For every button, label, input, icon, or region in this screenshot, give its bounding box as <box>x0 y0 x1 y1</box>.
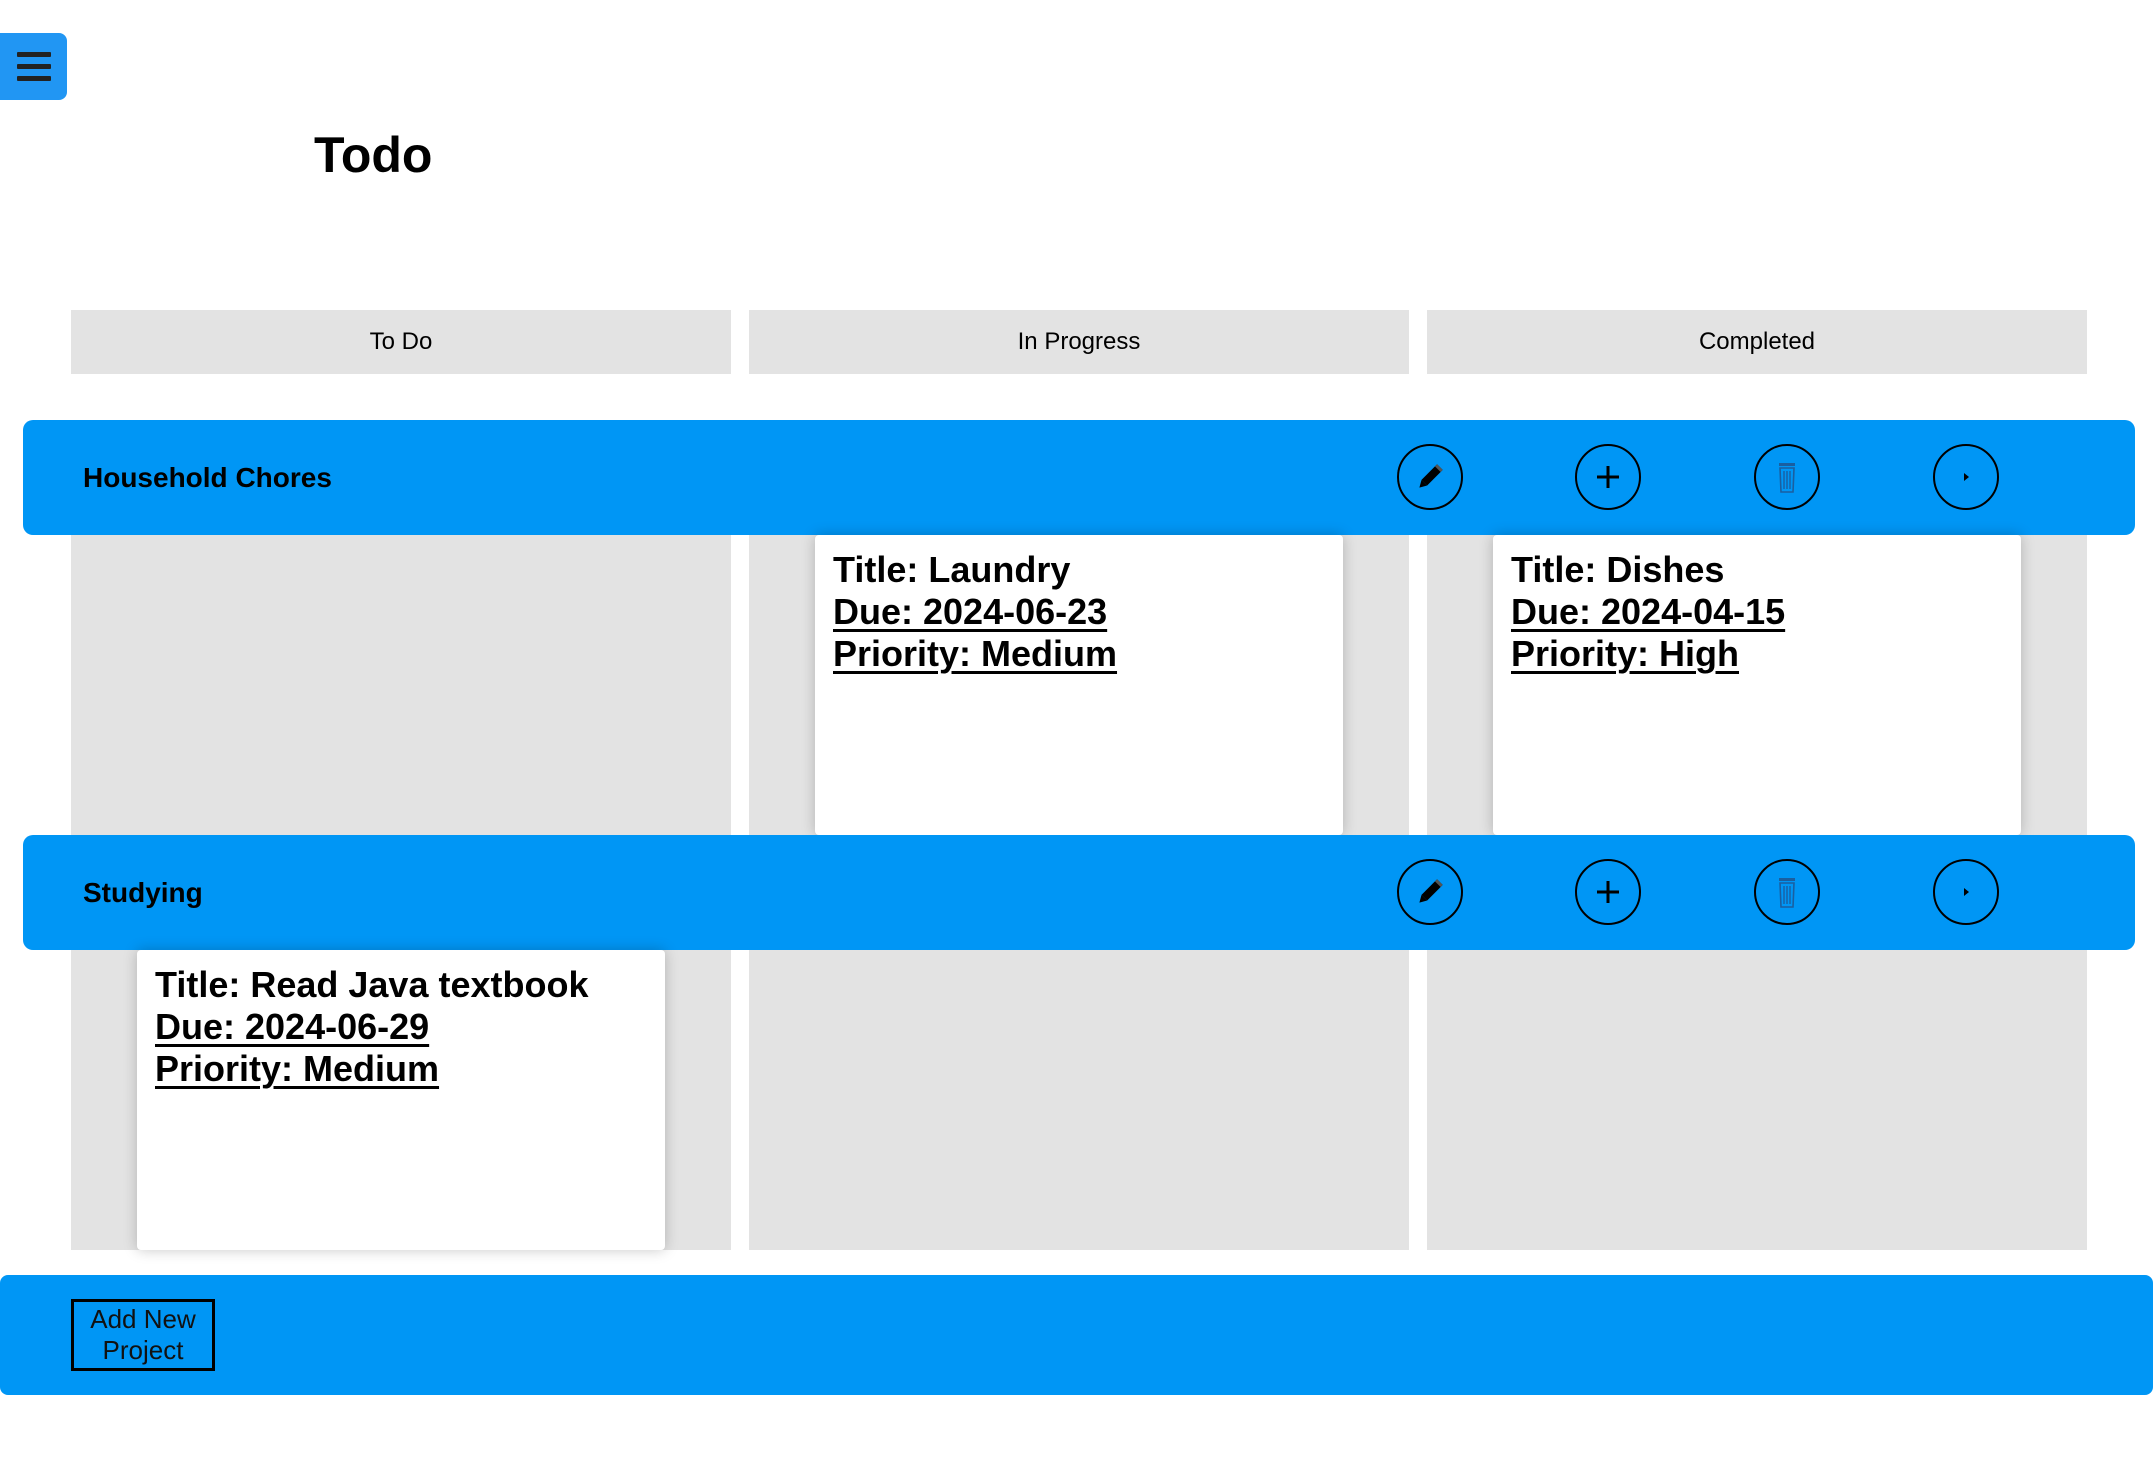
delete-project-button[interactable] <box>1754 444 1820 510</box>
page: Todo To Do In Progress Completed Househo… <box>0 0 2153 1471</box>
project-row-studying: Studying <box>23 835 2135 950</box>
expand-project-button[interactable] <box>1933 444 1999 510</box>
menu-icon-bar <box>16 64 51 69</box>
todo-card-dishes[interactable]: Title: Dishes Due: 2024-04-15 Priority: … <box>1493 535 2021 835</box>
menu-icon-bar <box>16 76 51 81</box>
project-name: Studying <box>83 877 203 908</box>
add-todo-button[interactable] <box>1575 444 1641 510</box>
todo-title: Title: Dishes <box>1511 549 1725 590</box>
hamburger-menu-button[interactable] <box>0 33 67 100</box>
cell-household-todo <box>71 535 731 835</box>
todo-due-date: Due: 2024-04-15 <box>1511 591 1786 632</box>
plus-icon <box>1593 877 1623 907</box>
expand-project-button[interactable] <box>1933 859 1999 925</box>
todo-title: Title: Read Java textbook <box>155 964 589 1005</box>
chevron-right-icon <box>1958 884 1974 900</box>
delete-project-button[interactable] <box>1754 859 1820 925</box>
pencil-icon <box>1412 459 1448 495</box>
todo-priority: Priority: Medium <box>833 633 1118 674</box>
todo-card-read-java-textbook[interactable]: Title: Read Java textbook Due: 2024-06-2… <box>137 950 665 1250</box>
cell-studying-in-progress <box>749 950 1409 1250</box>
column-header-todo: To Do <box>71 310 731 374</box>
page-title: Todo <box>314 127 433 183</box>
todo-priority: Priority: High <box>1511 633 1740 674</box>
plus-icon <box>1593 462 1623 492</box>
chevron-right-icon <box>1958 469 1974 485</box>
todo-due-date: Due: 2024-06-29 <box>155 1006 430 1047</box>
cell-studying-completed <box>1427 950 2087 1250</box>
edit-project-button[interactable] <box>1397 859 1463 925</box>
menu-icon-bar <box>16 52 51 57</box>
todo-card-laundry[interactable]: Title: Laundry Due: 2024-06-23 Priority:… <box>815 535 1343 835</box>
trash-icon <box>1772 874 1802 910</box>
pencil-icon <box>1412 874 1448 910</box>
add-todo-button[interactable] <box>1575 859 1641 925</box>
column-header-in-progress: In Progress <box>749 310 1409 374</box>
project-row-household-chores: Household Chores <box>23 420 2135 535</box>
edit-project-button[interactable] <box>1397 444 1463 510</box>
todo-due-date: Due: 2024-06-23 <box>833 591 1108 632</box>
project-name: Household Chores <box>83 462 332 493</box>
todo-title: Title: Laundry <box>833 549 1071 590</box>
footer-bar: Add New Project <box>0 1275 2153 1395</box>
column-header-completed: Completed <box>1427 310 2087 374</box>
trash-icon <box>1772 459 1802 495</box>
add-new-project-button[interactable]: Add New Project <box>71 1299 215 1371</box>
todo-priority: Priority: Medium <box>155 1048 440 1089</box>
